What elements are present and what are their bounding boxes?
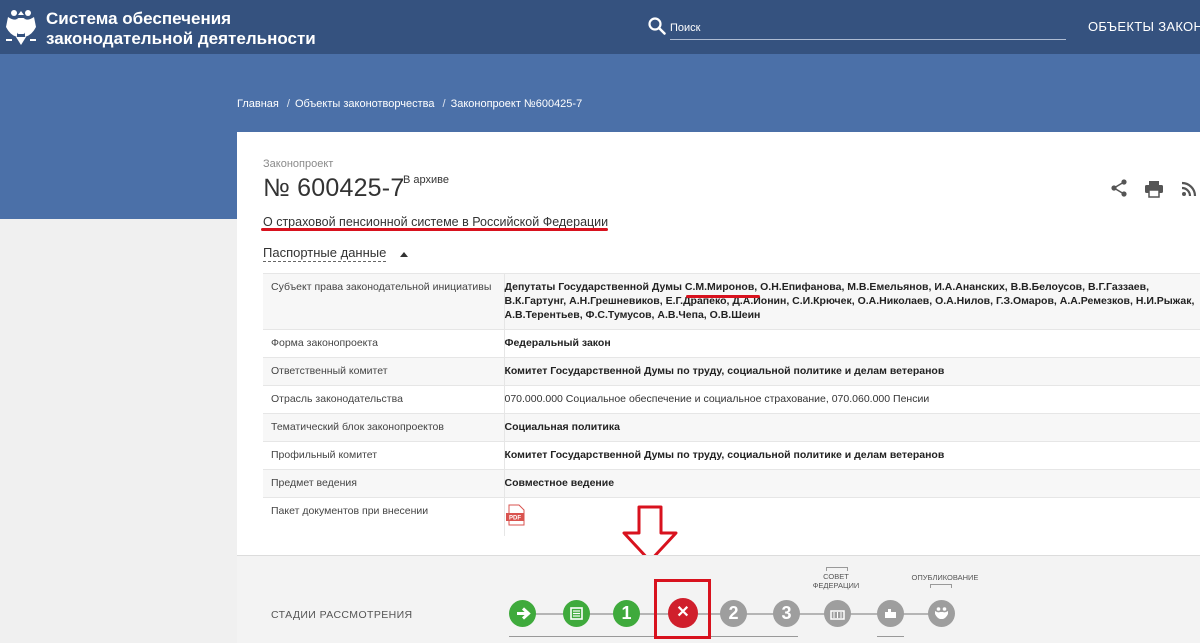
stage-third-reading[interactable]: 3	[773, 600, 800, 627]
table-row: Предмет ведения Совместное ведение	[263, 469, 1200, 498]
site-title-line2[interactable]: законодательной деятельности	[46, 29, 316, 49]
bill-type-label: Законопроект	[263, 158, 334, 170]
row-key: Отрасль законодательства	[263, 385, 505, 414]
stages-section: СТАДИИ РАССМОТРЕНИЯ	[237, 555, 1200, 643]
row-key: Предмет ведения	[263, 469, 505, 498]
breadcrumb-separator: /	[286, 98, 290, 110]
stage-preliminary[interactable]	[563, 600, 590, 627]
breadcrumb-objects[interactable]: Объекты законотворчества	[295, 98, 435, 110]
search-input[interactable]	[670, 16, 1066, 40]
row-key: Форма законопроекта	[263, 329, 505, 358]
stage-president-signing[interactable]	[877, 600, 904, 627]
row-key: Тематический блок законопроектов	[263, 413, 505, 442]
passport-table: Субъект права законодательной инициативы…	[263, 273, 1200, 536]
caret-up-icon[interactable]	[400, 252, 408, 257]
row-key: Субъект права законодательной инициативы	[263, 273, 505, 330]
row-key: Пакет документов при внесении	[263, 497, 505, 536]
stage-introduced[interactable]	[509, 600, 536, 627]
row-key: Ответственный комитет	[263, 357, 505, 386]
site-title-line1[interactable]: Система обеспечения	[46, 9, 316, 29]
table-row: Субъект права законодательной инициативы…	[263, 273, 1200, 330]
print-icon[interactable]	[1144, 180, 1164, 198]
stages-label: СТАДИИ РАССМОТРЕНИЯ	[271, 609, 413, 621]
annotation-underline-title	[261, 228, 608, 231]
building-icon	[830, 610, 845, 620]
row-value: Федеральный закон	[504, 329, 1200, 358]
signature-hand-icon	[885, 609, 896, 618]
stages-bracket-bottom	[877, 636, 904, 637]
annotation-underline-name	[686, 295, 760, 298]
table-row: Тематический блок законопроектов Социаль…	[263, 413, 1200, 442]
table-row: Форма законопроекта Федеральный закон	[263, 329, 1200, 358]
row-value: Социальная политика	[504, 413, 1200, 442]
row-value: Комитет Государственной Думы по труду, с…	[504, 357, 1200, 386]
bill-title: О страховой пенсионной системе в Российс…	[263, 215, 609, 229]
pdf-file-icon[interactable]: PDF	[505, 504, 527, 526]
table-row: Профильный комитет Комитет Государственн…	[263, 441, 1200, 470]
site-title[interactable]: Система обеспечения законодательной деят…	[46, 9, 316, 49]
row-key: Профильный комитет	[263, 441, 505, 470]
pdf-label: PDF	[509, 516, 521, 522]
stage-federation-council[interactable]	[824, 600, 851, 627]
status-badge: В архиве	[403, 174, 449, 186]
rss-icon[interactable]	[1181, 181, 1197, 197]
breadcrumb-home[interactable]: Главная	[237, 98, 279, 110]
table-row: Ответственный комитет Комитет Государств…	[263, 357, 1200, 386]
row-value: 070.000.000 Социальное обеспечение и соц…	[504, 385, 1200, 414]
caption-publication: ОПУБЛИКОВАНИЕ	[911, 573, 979, 582]
breadcrumb: Главная / Объекты законотворчества / Законоп…	[237, 98, 585, 110]
stage-first-reading[interactable]: 1	[613, 600, 640, 627]
search-icon[interactable]	[648, 17, 666, 35]
coat-of-arms-logo-icon[interactable]	[4, 7, 38, 47]
share-icon[interactable]	[1110, 179, 1128, 197]
caption-bracket	[930, 584, 952, 588]
annotation-highlight-box	[654, 579, 711, 639]
caption-federation-council: СОВЕТ ФЕДЕРАЦИИ	[812, 572, 860, 590]
arrow-right-icon	[517, 607, 531, 620]
nav-objects-link[interactable]: ОБЪЕКТЫ ЗАКОНО	[1088, 19, 1200, 34]
stage-second-reading[interactable]: 2	[720, 600, 747, 627]
row-value: Совместное ведение	[504, 469, 1200, 498]
document-list-icon	[570, 607, 583, 620]
row-value: Комитет Государственной Думы по труду, с…	[504, 441, 1200, 470]
caption-bracket	[826, 567, 848, 571]
emblem-icon	[935, 607, 948, 619]
breadcrumb-current: Законопроект №600425-7	[450, 98, 583, 110]
passport-data-toggle[interactable]: Паспортные данные	[263, 245, 387, 262]
breadcrumb-separator: /	[442, 98, 446, 110]
bill-number: № 600425-7	[263, 174, 405, 202]
table-row: Отрасль законодательства 070.000.000 Соц…	[263, 385, 1200, 414]
row-value: Депутаты Государственной Думы С.М.Мироно…	[504, 273, 1200, 330]
row-value: PDF	[504, 497, 1200, 536]
stage-publication[interactable]	[928, 600, 955, 627]
table-row: Пакет документов при внесении PDF	[263, 497, 1200, 536]
